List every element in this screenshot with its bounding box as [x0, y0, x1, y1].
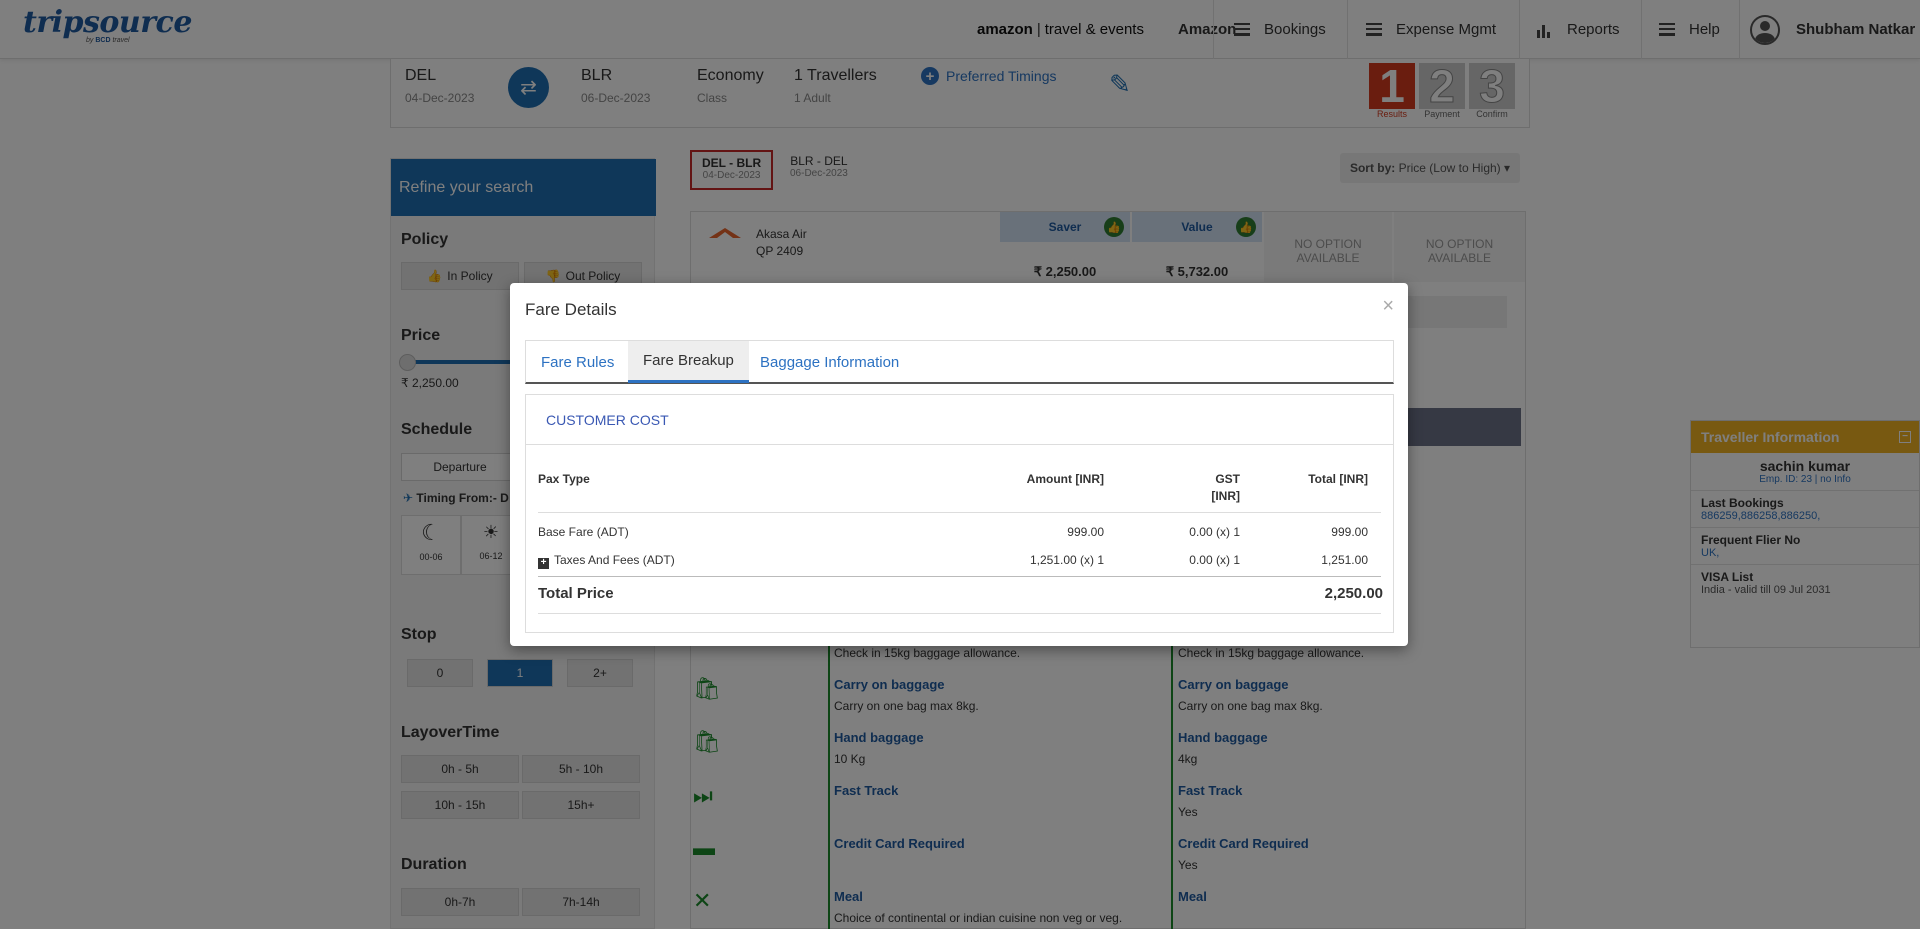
col-total: Total [INR]: [1308, 472, 1368, 486]
total-price-value: 2,250.00: [1324, 585, 1383, 602]
row-taxes-amount: 1,251.00 (x) 1: [1029, 553, 1104, 567]
col-pax-type: Pax Type: [538, 472, 590, 486]
row-taxes-gst: 0.00 (x) 1: [1189, 553, 1240, 567]
col-gst: GST: [1215, 472, 1240, 486]
expand-plus-icon[interactable]: +: [538, 558, 549, 569]
col-gst-unit: [INR]: [1211, 489, 1240, 503]
row-base-fare-amount: 999.00: [1067, 525, 1104, 539]
fare-details-modal: Fare Details × Fare Rules Fare Breakup B…: [510, 283, 1408, 646]
col-amount: Amount [INR]: [1026, 472, 1104, 486]
row-taxes-pax[interactable]: + Taxes And Fees (ADT): [538, 553, 675, 569]
row-base-fare-total: 999.00: [1331, 525, 1368, 539]
customer-cost-heading: CUSTOMER COST: [526, 395, 1393, 445]
close-icon[interactable]: ×: [1382, 295, 1394, 318]
fare-breakup-panel: CUSTOMER COST Pax Type Amount [INR] GST …: [525, 394, 1394, 633]
fare-tabs: Fare Rules Fare Breakup Baggage Informat…: [525, 340, 1394, 384]
tab-fare-rules[interactable]: Fare Rules: [526, 341, 629, 383]
row-taxes-total: 1,251.00: [1321, 553, 1368, 567]
modal-title: Fare Details: [525, 300, 617, 319]
tab-fare-breakup[interactable]: Fare Breakup: [628, 341, 749, 383]
tab-baggage-information[interactable]: Baggage Information: [745, 341, 914, 383]
row-base-fare-pax: Base Fare (ADT): [538, 525, 629, 539]
row-base-fare-gst: 0.00 (x) 1: [1189, 525, 1240, 539]
total-price-label: Total Price: [538, 585, 614, 602]
